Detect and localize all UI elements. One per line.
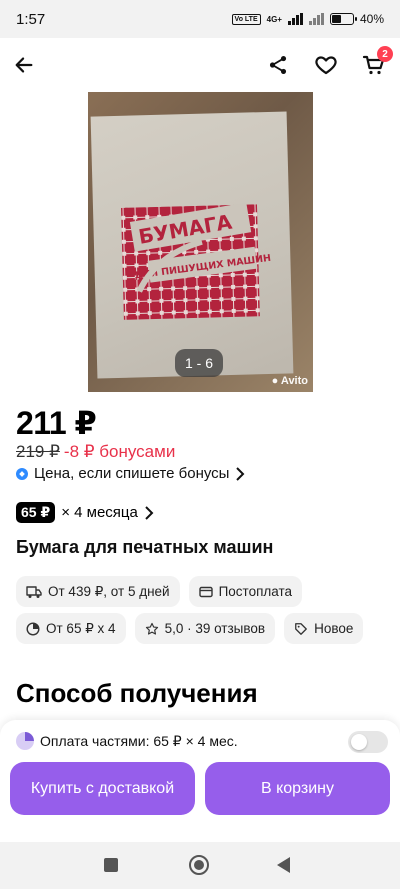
- bonus-info-link[interactable]: Цена, если спишете бонусы: [16, 465, 245, 482]
- system-back-button[interactable]: [277, 857, 290, 873]
- heart-icon: [315, 56, 337, 75]
- chevron-right-icon: [236, 466, 245, 481]
- add-to-cart-button[interactable]: В корзину: [205, 762, 390, 815]
- old-price: 219 ₽: [16, 442, 60, 461]
- status-time: 1:57: [16, 10, 46, 28]
- chip-postpay-label: Постоплата: [218, 584, 293, 599]
- installment-option-label: Оплата частями: 65 ₽ × 4 мес.: [40, 732, 238, 749]
- avito-watermark: ● Avito: [271, 375, 308, 387]
- app-bar: 2: [0, 38, 400, 92]
- share-icon: [269, 56, 287, 74]
- feature-chips: От 439 ₽, от 5 дней Постоплата От 65 ₽ х…: [16, 576, 388, 650]
- chip-delivery-label: От 439 ₽, от 5 дней: [48, 583, 170, 599]
- recents-button[interactable]: [104, 858, 118, 872]
- cover-print: БУМАГА ДЛЯ ПИШУЩИХ МАШИН: [121, 202, 272, 320]
- purchase-sheet: Оплата частями: 65 ₽ × 4 мес. Купить с д…: [0, 720, 400, 842]
- installment-term: × 4 месяца: [61, 504, 138, 521]
- chip-postpay[interactable]: Постоплата: [188, 576, 303, 607]
- old-price-row: 219 ₽ -8 ₽ бонусами: [16, 442, 175, 462]
- network-label: 4G+: [266, 14, 282, 24]
- bonus-info-text: Цена, если спишете бонусы: [34, 465, 230, 482]
- status-bar: 1:57 Vo LTE 4G+ 40%: [0, 0, 400, 38]
- cart-count-badge: 2: [377, 46, 393, 62]
- photo-gallery[interactable]: БУМАГА ДЛЯ ПИШУЩИХ МАШИН 1 - 6 ● Avito: [0, 92, 400, 392]
- status-icons: Vo LTE 4G+ 40%: [231, 12, 384, 26]
- signal-icon-2: [308, 13, 324, 25]
- photo-counter: 1 - 6: [175, 349, 223, 377]
- product-title: Бумага для печатных машин: [16, 537, 274, 557]
- volte-icon: Vo LTE: [231, 13, 261, 25]
- favorite-button[interactable]: [309, 48, 343, 82]
- battery-icon: [329, 13, 357, 25]
- star-icon: [145, 622, 158, 635]
- bonus-discount: -8 ₽ бонусами: [63, 442, 176, 461]
- installment-toggle[interactable]: [348, 731, 388, 753]
- chip-installment-label: От 65 ₽ х 4: [46, 620, 116, 636]
- installment-option: Оплата частями: 65 ₽ × 4 мес.: [16, 732, 238, 750]
- paper-pack-image: БУМАГА ДЛЯ ПИШУЩИХ МАШИН: [90, 111, 294, 379]
- signal-icon: [287, 13, 303, 25]
- share-button[interactable]: [261, 48, 295, 82]
- chevron-right-icon: [145, 505, 154, 520]
- chip-rating[interactable]: 5,0 · 39 отзывов: [134, 613, 276, 644]
- chip-rating-label: 5,0 · 39 отзывов: [164, 621, 266, 636]
- pie-chart-icon: [26, 621, 40, 636]
- installment-link[interactable]: 65 ₽ × 4 месяца: [16, 502, 154, 523]
- arrow-left-icon: [15, 57, 33, 73]
- installment-badge: 65 ₽: [16, 502, 56, 523]
- wallet-icon: [198, 586, 213, 597]
- chip-installment[interactable]: От 65 ₽ х 4: [16, 613, 126, 644]
- chip-delivery[interactable]: От 439 ₽, от 5 дней: [16, 576, 180, 607]
- buy-with-delivery-button[interactable]: Купить с доставкой: [10, 762, 195, 815]
- product-photo[interactable]: БУМАГА ДЛЯ ПИШУЩИХ МАШИН: [88, 92, 313, 392]
- truck-icon: [26, 585, 42, 598]
- chip-condition-label: Новое: [314, 621, 354, 636]
- price: 211 ₽: [16, 405, 97, 441]
- chip-condition[interactable]: Новое: [284, 613, 364, 644]
- installment-pie-icon: [16, 732, 34, 750]
- system-nav-bar: [0, 842, 400, 889]
- tag-icon: [295, 622, 307, 635]
- home-button[interactable]: [189, 855, 209, 875]
- battery-percent: 40%: [359, 12, 384, 26]
- cart-button[interactable]: 2: [357, 46, 393, 82]
- delivery-section-title: Способ получения: [16, 678, 258, 708]
- back-button[interactable]: [7, 48, 41, 82]
- bonus-icon: [16, 467, 28, 480]
